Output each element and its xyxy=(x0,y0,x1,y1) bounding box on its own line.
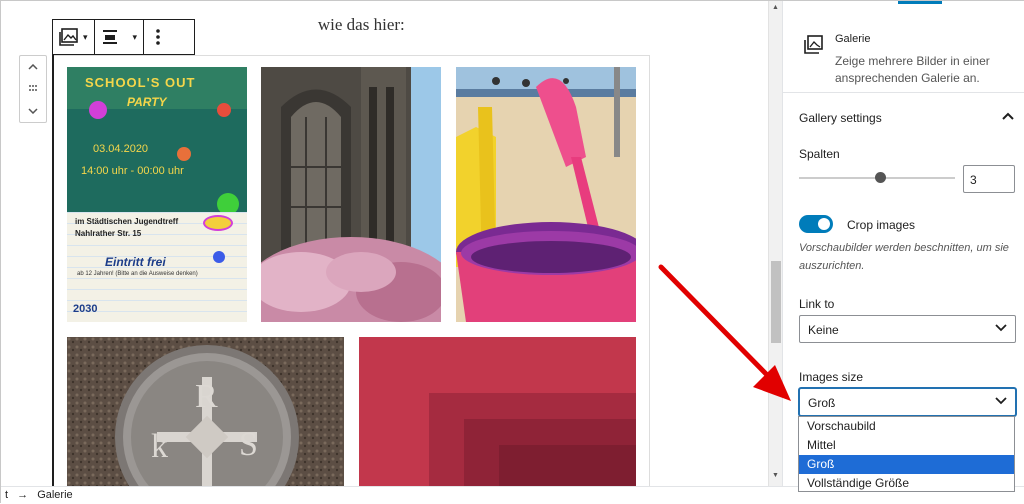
toggle-knob xyxy=(818,218,830,230)
align-button[interactable]: ▾ xyxy=(95,20,145,54)
block-mover xyxy=(19,55,47,123)
drag-handle[interactable] xyxy=(28,84,38,95)
paragraph-text: wie das hier: xyxy=(317,15,405,34)
columns-input[interactable]: 3 xyxy=(963,165,1015,193)
poster-date: 03.04.2020 xyxy=(93,143,149,155)
poster-subtitle: PARTY xyxy=(127,95,167,109)
caret-down-icon: ▾ xyxy=(83,31,88,42)
settings-sidebar: Galerie Zeige mehrere Bilder in einer an… xyxy=(782,1,1024,486)
chevron-down-icon xyxy=(995,394,1007,408)
paint-splash xyxy=(213,251,225,263)
chevron-up-icon[interactable] xyxy=(1002,107,1014,123)
breadcrumb-current[interactable]: Galerie xyxy=(37,489,72,501)
svg-text:R: R xyxy=(195,378,218,415)
breadcrumb-separator: → xyxy=(17,489,29,501)
more-vertical-icon xyxy=(156,29,160,45)
manhole-illustration: R k S xyxy=(67,337,344,486)
breadcrumb-parent[interactable]: t xyxy=(5,489,8,501)
change-block-type-button[interactable]: ▾ xyxy=(53,20,95,54)
link-to-value: Keine xyxy=(808,323,839,337)
size-option-medium[interactable]: Mittel xyxy=(799,436,1014,455)
block-card: Galerie Zeige mehrere Bilder in einer an… xyxy=(783,9,1024,93)
move-down-button[interactable] xyxy=(28,106,38,117)
gallery-image-red-squares[interactable] xyxy=(359,337,636,486)
beach-illustration xyxy=(456,67,636,322)
scroll-down-arrow-icon[interactable]: ▼ xyxy=(772,472,779,479)
crop-images-toggle[interactable] xyxy=(799,215,833,233)
crop-images-label: Crop images xyxy=(847,218,916,232)
chevron-down-icon xyxy=(28,107,38,114)
poster-age-note: ab 12 Jahren! (Bitte an die Ausweise den… xyxy=(77,271,198,277)
poster-year: 2030 xyxy=(73,303,98,315)
window: So sieht es aus wie das hier: SCHOOL'S O… xyxy=(0,0,1024,504)
block-title: Galerie xyxy=(835,33,871,45)
images-size-label: Images size xyxy=(799,370,864,384)
link-to-select[interactable]: Keine xyxy=(799,315,1016,343)
poster-title: SCHOOL'S OUT xyxy=(85,75,196,90)
caret-down-icon: ▾ xyxy=(132,31,138,42)
size-option-full[interactable]: Vollständige Größe xyxy=(799,474,1014,493)
paint-splash xyxy=(177,147,191,161)
gallery-icon xyxy=(804,35,823,54)
gallery-image-beach[interactable] xyxy=(456,67,636,322)
poster-time: 14:00 uhr - 00:00 uhr xyxy=(81,165,184,177)
columns-slider[interactable] xyxy=(799,172,955,183)
images-size-dropdown: Vorschaubild Mittel Groß Vollständige Gr… xyxy=(798,416,1015,492)
columns-label: Spalten xyxy=(799,147,840,161)
gallery-image-manhole[interactable]: R k S xyxy=(67,337,344,486)
editor-canvas: So sieht es aus wie das hier: SCHOOL'S O… xyxy=(1,1,768,486)
active-tab-indicator xyxy=(898,1,942,4)
images-size-select[interactable]: Groß xyxy=(799,388,1016,416)
paragraph-hidden-text: So sieht es aus xyxy=(214,15,318,34)
align-center-icon xyxy=(102,30,117,44)
chevron-down-icon xyxy=(995,321,1007,335)
paint-splash xyxy=(89,101,107,119)
red-squares-illustration xyxy=(359,337,636,486)
columns-slider-handle[interactable] xyxy=(875,172,886,183)
link-to-label: Link to xyxy=(799,297,835,311)
image-icon xyxy=(59,28,78,46)
images-size-value: Groß xyxy=(808,396,836,410)
crop-images-help: Vorschaubilder werden beschnitten, um si… xyxy=(799,242,1009,272)
chevron-up-icon xyxy=(28,63,38,70)
scroll-up-arrow-icon[interactable]: ▲ xyxy=(772,4,779,11)
poster-place: im Städtischen Jugendtreff xyxy=(75,217,179,226)
poster-entry: Eintritt frei xyxy=(105,255,166,269)
paragraph-block[interactable]: So sieht es aus wie das hier: xyxy=(214,15,405,35)
drag-handle-icon xyxy=(29,84,37,91)
size-option-thumbnail[interactable]: Vorschaubild xyxy=(799,417,1014,436)
cathedral-illustration xyxy=(261,67,441,322)
gallery-settings-heading[interactable]: Gallery settings xyxy=(799,111,882,125)
svg-text:k: k xyxy=(151,428,168,465)
move-up-button[interactable] xyxy=(28,62,38,73)
paint-splash xyxy=(217,103,231,117)
poster-logo xyxy=(203,215,233,231)
svg-text:S: S xyxy=(239,426,258,463)
block-toolbar: ▾ ▾ xyxy=(52,19,195,55)
poster-street: Nahlrather Str. 15 xyxy=(75,229,142,238)
gallery-image-cathedral[interactable] xyxy=(261,67,441,322)
block-description: Zeige mehrere Bilder in einer ansprechen… xyxy=(835,54,990,85)
more-options-button[interactable] xyxy=(144,20,172,54)
gallery-image-poster[interactable]: SCHOOL'S OUT PARTY 03.04.2020 14:00 uhr … xyxy=(67,67,247,322)
size-option-large[interactable]: Groß xyxy=(799,455,1014,474)
scrollbar-thumb[interactable] xyxy=(771,261,781,343)
editor-scrollbar[interactable]: ▲ ▼ xyxy=(768,1,782,486)
